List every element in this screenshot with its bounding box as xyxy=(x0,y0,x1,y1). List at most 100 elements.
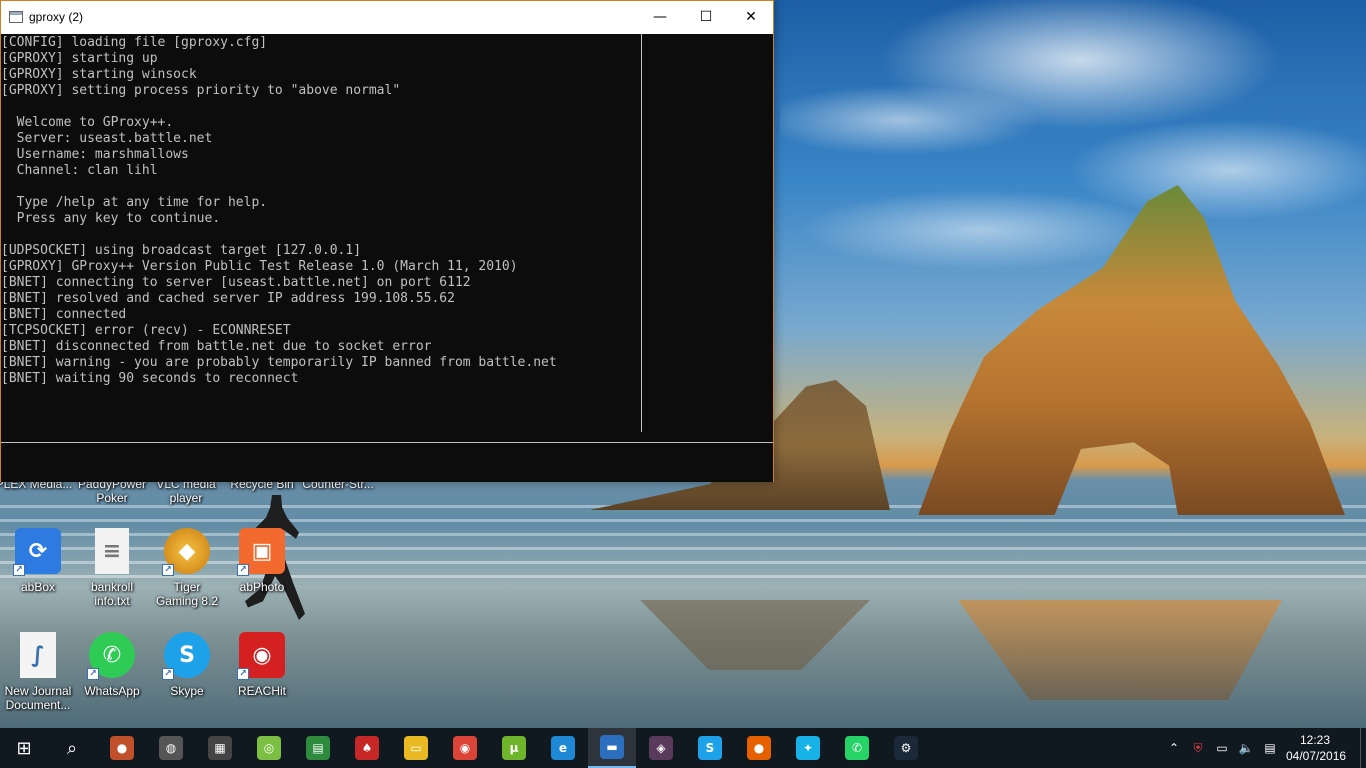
clock-date: 04/07/2016 xyxy=(1286,749,1347,763)
cash-app-icon: ◎ xyxy=(257,736,281,760)
search-button[interactable]: ⌕ xyxy=(48,728,96,768)
console-line: [BNET] resolved and cached server IP add… xyxy=(1,291,455,306)
desktop-icon-skype[interactable]: S ↗ Skype xyxy=(149,632,225,698)
console-line: [BNET] connected xyxy=(1,307,127,322)
console-output[interactable]: [CONFIG] loading file [gproxy.cfg] [GPROX… xyxy=(1,34,773,442)
window-title: gproxy (2) xyxy=(29,10,84,24)
wallpaper-clouds xyxy=(780,0,1366,330)
desktop-icon-label: Skype xyxy=(170,684,204,698)
console-line: Welcome to GProxy++. xyxy=(1,115,174,130)
taskbar-app-firefox-alt[interactable]: ● xyxy=(98,728,146,768)
console-line: Type /help at any time for help. xyxy=(1,195,268,210)
console-line: [BNET] connecting to server [useast.batt… xyxy=(1,275,471,290)
taskbar-clock[interactable]: 12:23 04/07/2016 xyxy=(1286,732,1347,764)
clock-time: 12:23 xyxy=(1299,733,1331,747)
utorrent-icon: µ xyxy=(502,736,526,760)
console-line: [GPROXY] GProxy++ Version Public Test Re… xyxy=(1,259,518,274)
desktop-icon-label: WhatsApp xyxy=(84,684,140,698)
pokerstars-icon: ♠ xyxy=(355,736,379,760)
console-line: Press any key to continue. xyxy=(1,211,221,226)
desktop-icon-abbox[interactable]: ⟳ ↗ abBox xyxy=(0,528,76,594)
wallpaper-reflection-small xyxy=(640,600,870,670)
wallpaper-reflection-big xyxy=(958,600,1282,700)
taskbar-app-console[interactable]: ▬ xyxy=(588,728,636,768)
taskbar-app-game[interactable]: ◈ xyxy=(637,728,685,768)
whatsapp-icon: ✆ xyxy=(845,736,869,760)
close-button[interactable]: ✕ xyxy=(728,1,774,33)
taskbar-app-unknown-app[interactable]: ◍ xyxy=(147,728,195,768)
desktop-icon-new-journal-document[interactable]: ∫ New Journal Document... xyxy=(0,632,76,712)
taskbar-app-notes[interactable]: ▤ xyxy=(294,728,342,768)
console-input-area[interactable] xyxy=(1,442,773,482)
tiger-gaming-icon: ◆ ↗ xyxy=(162,528,210,576)
window-titlebar[interactable]: gproxy (2) — ☐ ✕ xyxy=(1,1,773,33)
minimize-button[interactable]: — xyxy=(637,1,683,33)
taskbar-app-cash-app[interactable]: ◎ xyxy=(245,728,293,768)
file-explorer-icon: ▭ xyxy=(404,736,428,760)
console-line: [GPROXY] starting up xyxy=(1,51,158,66)
desktop-icon-tiger-gaming[interactable]: ◆ ↗ Tiger Gaming 8.2 xyxy=(149,528,225,608)
desktop-icon-label: abBox xyxy=(20,580,56,594)
taskbar-app-chrome[interactable]: ◉ xyxy=(441,728,489,768)
reachit-icon: ◉ ↗ xyxy=(237,632,285,680)
kodi-icon: ✦ xyxy=(796,736,820,760)
tray-overflow-chevron-icon[interactable]: ⌃ xyxy=(1166,740,1182,756)
desktop-icon-label: New Journal Document... xyxy=(4,684,72,712)
unknown-app-icon: ◍ xyxy=(159,736,183,760)
desktop-icon-whatsapp[interactable]: ✆ ↗ WhatsApp xyxy=(74,632,150,698)
notes-icon: ▤ xyxy=(306,736,330,760)
maximize-button[interactable]: ☐ xyxy=(683,1,729,33)
desktop-icon-abphoto[interactable]: ▣ ↗ abPhoto xyxy=(224,528,300,594)
taskbar-app-steam[interactable]: ⚙ xyxy=(882,728,930,768)
taskbar-app-pokerstars[interactable]: ♠ xyxy=(343,728,391,768)
console-line: Server: useast.battle.net xyxy=(1,131,213,146)
taskbar-app-utorrent[interactable]: µ xyxy=(490,728,538,768)
taskbar-app-store[interactable]: ▦ xyxy=(196,728,244,768)
start-button[interactable]: ⊞ xyxy=(0,728,48,768)
console-line: [TCPSOCKET] error (recv) - ECONNRESET xyxy=(1,323,291,338)
abbox-icon: ⟳ ↗ xyxy=(13,528,61,576)
text-file-icon: ≡ xyxy=(95,528,129,574)
tray-volume-icon[interactable]: 🔈 xyxy=(1238,740,1254,756)
show-desktop-button[interactable] xyxy=(1360,728,1366,768)
search-icon: ⌕ xyxy=(66,737,78,759)
console-line: [UDPSOCKET] using broadcast target [127.… xyxy=(1,243,362,258)
console-line: [CONFIG] loading file [gproxy.cfg] xyxy=(1,35,268,50)
tray-notifications-icon[interactable]: ▤ xyxy=(1262,740,1278,756)
desktop-icon-label: Tiger Gaming 8.2 xyxy=(155,580,219,608)
tray-shield-icon[interactable]: ⛨ xyxy=(1190,740,1206,756)
taskbar-app-whatsapp[interactable]: ✆ xyxy=(833,728,881,768)
console-divider xyxy=(641,34,642,432)
console-lines: [CONFIG] loading file [gproxy.cfg] [GPROX… xyxy=(1,35,641,387)
skype-icon: S xyxy=(698,736,722,760)
console-line: [GPROXY] starting winsock xyxy=(1,67,197,82)
store-icon: ▦ xyxy=(208,736,232,760)
taskbar: ⊞ ⌕ ● ◍ ▦ ◎ ▤ ♠ ▭ ◉ µ e ▬ ◈ S ● ✦ ✆ ⚙ ⌃ ⛨ ▭ 🔈 ▤ 12:23 04… xyxy=(0,728,1366,768)
taskbar-app-internet-explorer[interactable]: e xyxy=(539,728,587,768)
desktop-icon-label: bankroll info.txt xyxy=(90,580,134,608)
steam-icon: ⚙ xyxy=(894,736,918,760)
console-line: Username: marshmallows xyxy=(1,147,189,162)
console-line: Channel: clan lihl xyxy=(1,163,158,178)
windows-logo-icon: ⊞ xyxy=(16,737,32,759)
desktop-icon-bankroll-info[interactable]: ≡ bankroll info.txt xyxy=(74,528,150,608)
tray-network-icon[interactable]: ▭ xyxy=(1214,740,1230,756)
console-app-icon xyxy=(9,11,23,23)
whatsapp-icon: ✆ ↗ xyxy=(87,632,135,680)
console-line: [BNET] disconnected from battle.net due … xyxy=(1,339,432,354)
console-line: [BNET] warning - you are probably tempor… xyxy=(1,355,557,370)
internet-explorer-icon: e xyxy=(551,736,575,760)
taskbar-app-firefox[interactable]: ● xyxy=(735,728,783,768)
skype-icon: S ↗ xyxy=(162,632,210,680)
taskbar-app-skype[interactable]: S xyxy=(686,728,734,768)
abphoto-icon: ▣ ↗ xyxy=(237,528,285,576)
firefox-icon: ● xyxy=(747,736,771,760)
taskbar-app-kodi[interactable]: ✦ xyxy=(784,728,832,768)
game-icon: ◈ xyxy=(649,736,673,760)
console-window[interactable]: gproxy (2) — ☐ ✕ [CONFIG] loading file [… xyxy=(0,0,774,482)
desktop-icon-reachit[interactable]: ◉ ↗ REACHit xyxy=(224,632,300,698)
taskbar-app-file-explorer[interactable]: ▭ xyxy=(392,728,440,768)
